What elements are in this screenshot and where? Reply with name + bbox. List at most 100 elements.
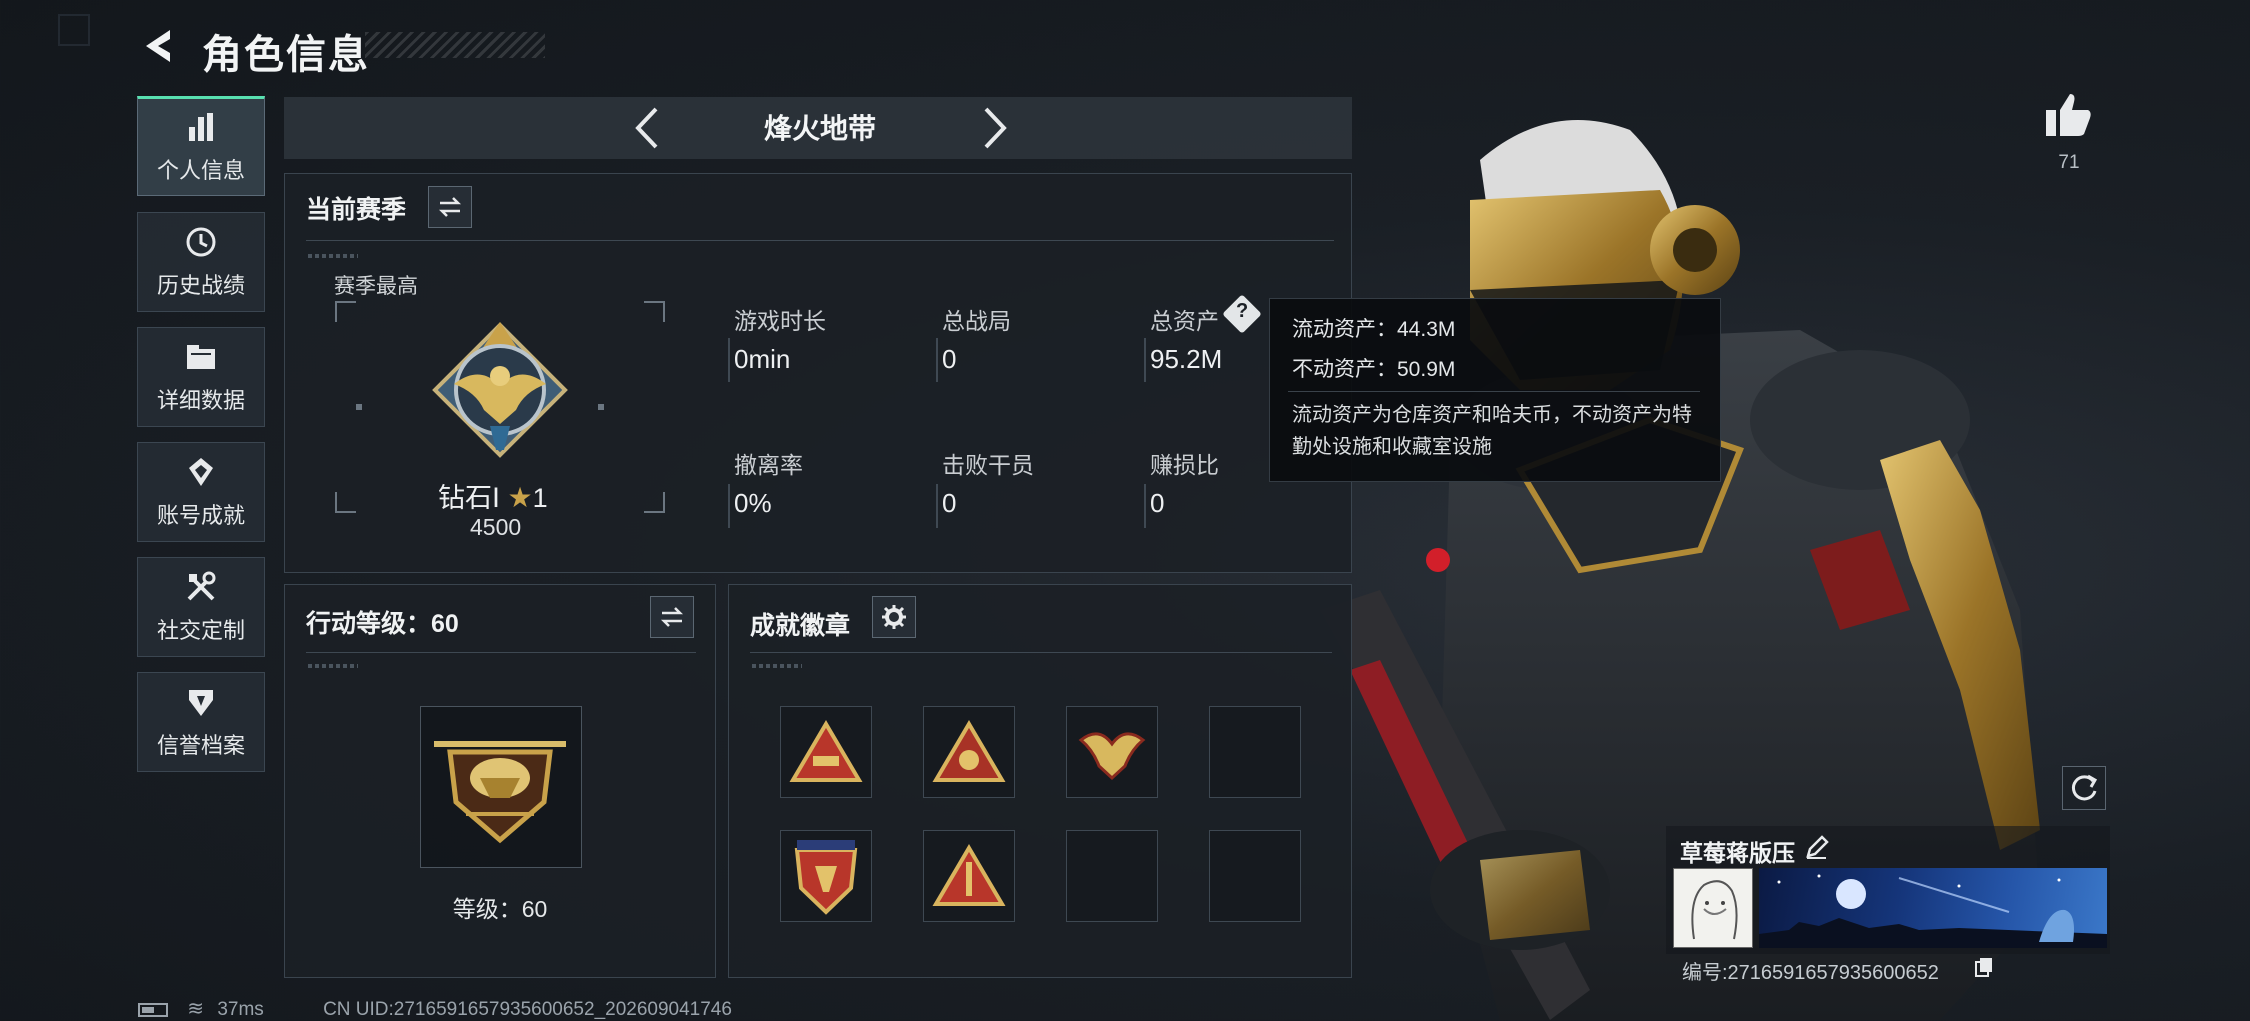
bar-chart-icon [189, 113, 213, 141]
avatar[interactable] [1673, 868, 1753, 948]
achievement-badge-slot[interactable] [1066, 706, 1158, 798]
divider [306, 240, 1334, 241]
assets-tooltip: 流动资产：44.3M 不动资产：50.9M 流动资产为仓库资产和哈夫币，不动资产… [1269, 298, 1721, 482]
stat-label-profit-loss-ratio: 赚损比 [1150, 452, 1219, 478]
level-text: 等级：60 [452, 896, 548, 922]
diamond-rank-emblem-icon [432, 322, 568, 458]
dash-decoration [308, 664, 358, 668]
season-switch-button[interactable] [428, 186, 472, 228]
stat-divider [728, 484, 730, 528]
divider [306, 652, 696, 653]
player-id: 编号:2716591657935600652 [1682, 962, 1939, 984]
season-best-label: 赛季最高 [334, 275, 418, 298]
stat-label-extraction-rate: 撤离率 [734, 452, 803, 478]
swap-icon [438, 197, 462, 217]
divider [750, 652, 1332, 653]
rank-name-row: 钻石Ⅰ ★1 [438, 476, 548, 515]
sidebar-item-label: 信誉档案 [156, 733, 245, 758]
folder-icon [187, 345, 215, 369]
avatar-portrait [1691, 880, 1738, 940]
sidebar-item-label: 账号成就 [156, 503, 245, 528]
stat-label-total-matches: 总战局 [942, 308, 1011, 334]
uid-text: CN UID:2716591657935600652_202609041746 [323, 999, 732, 1020]
eagle-badge-icon [1078, 732, 1146, 781]
shield-badge-icon [794, 840, 858, 915]
action-level-switch-button[interactable] [650, 596, 694, 638]
page-title: 角色信息 [202, 33, 370, 77]
achievement-badge-slot-empty[interactable] [1066, 830, 1158, 922]
season-title: 当前赛季 [306, 196, 407, 224]
sidebar-item-detailed-data[interactable]: 详细数据 [137, 327, 265, 427]
profile-banner[interactable] [1759, 868, 2107, 948]
dash-decoration [308, 254, 358, 258]
sidebar-item-label: 社交定制 [156, 618, 245, 643]
ping-value: 37ms [217, 999, 264, 1020]
like-count: 71 [2058, 152, 2080, 173]
sidebar-item-label: 个人信息 [156, 158, 245, 183]
refresh-icon [2071, 774, 2098, 801]
stat-value-play-time: 0min [734, 344, 791, 374]
shield-icon [189, 690, 213, 716]
triangle-badge-icon [932, 844, 1006, 906]
sidebar-item-reputation[interactable]: 信誉档案 [137, 672, 265, 772]
tools-icon [187, 571, 216, 601]
mode-title: 烽火地带 [763, 113, 876, 144]
stat-value-total-matches: 0 [942, 344, 957, 374]
stat-divider [936, 484, 938, 528]
triangle-badge-icon [789, 720, 863, 782]
achievement-badge-slot[interactable] [923, 830, 1015, 922]
sidebar-item-social[interactable]: 社交定制 [137, 557, 265, 657]
tooltip-liquid-assets: 流动资产：44.3M [1292, 318, 1456, 341]
sidebar-item-label: 详细数据 [156, 388, 245, 413]
helicopter-level-emblem-icon [434, 741, 566, 844]
rank-name: 钻石Ⅰ [438, 483, 500, 513]
stat-label-operators-defeated: 击败干员 [942, 452, 1034, 478]
history-icon [186, 227, 216, 257]
stat-divider [1144, 484, 1146, 528]
achievement-badge-slot[interactable] [780, 830, 872, 922]
achievement-icon [189, 458, 213, 486]
rank-stars: 1 [532, 483, 548, 513]
chevron-right-icon[interactable] [970, 103, 1016, 153]
player-name: 草莓蒋版压 [1680, 840, 1795, 866]
rank-points: 4500 [470, 514, 522, 540]
achievement-badge-slot[interactable] [923, 706, 1015, 798]
wifi-icon: ≋ [187, 998, 205, 1020]
action-level-title: 行动等级：60 [306, 610, 459, 638]
gear-icon [882, 605, 906, 629]
help-question-mark: ? [1236, 300, 1249, 322]
copy-icon[interactable] [1974, 956, 1994, 978]
stat-value-total-assets: 95.2M [1150, 344, 1223, 374]
stat-label-total-assets: 总资产 [1150, 308, 1219, 334]
title-stripes-decoration [365, 32, 545, 58]
refresh-button[interactable] [2062, 766, 2106, 810]
achievements-settings-button[interactable] [872, 596, 916, 638]
edit-pencil-icon[interactable] [1804, 834, 1830, 860]
stat-divider [728, 338, 730, 382]
divider [1288, 391, 1700, 392]
achievement-badge-slot-empty[interactable] [1209, 706, 1301, 798]
tooltip-fixed-assets: 不动资产：50.9M [1292, 358, 1456, 381]
back-arrow-icon[interactable] [138, 26, 182, 66]
chevron-left-icon[interactable] [626, 103, 672, 153]
status-bar: ≋ 37ms CN UID:2716591657935600652_202609… [138, 996, 732, 1021]
sidebar-item-achievements[interactable]: 账号成就 [137, 442, 265, 542]
stat-value-profit-loss-ratio: 0 [1150, 488, 1165, 518]
achievement-badge-slot-empty[interactable] [1209, 830, 1301, 922]
swap-icon [660, 607, 684, 627]
stat-divider [936, 338, 938, 382]
dash-decoration [752, 664, 802, 668]
sidebar-item-personal-info[interactable]: 个人信息 [137, 96, 265, 196]
sidebar-item-history[interactable]: 历史战绩 [137, 212, 265, 312]
stat-divider [1144, 338, 1146, 382]
night-sky-banner-image [1759, 874, 2107, 948]
triangle-badge-icon [932, 720, 1006, 782]
star-icon: ★ [507, 482, 533, 513]
thumbs-up-icon[interactable] [2044, 92, 2094, 138]
stat-value-operators-defeated: 0 [942, 488, 957, 518]
achievement-badge-slot[interactable] [780, 706, 872, 798]
corner-decoration [58, 14, 90, 46]
achievements-title: 成就徽章 [750, 612, 851, 640]
sidebar-item-label: 历史战绩 [156, 273, 245, 298]
stat-label-play-time: 游戏时长 [734, 308, 826, 334]
